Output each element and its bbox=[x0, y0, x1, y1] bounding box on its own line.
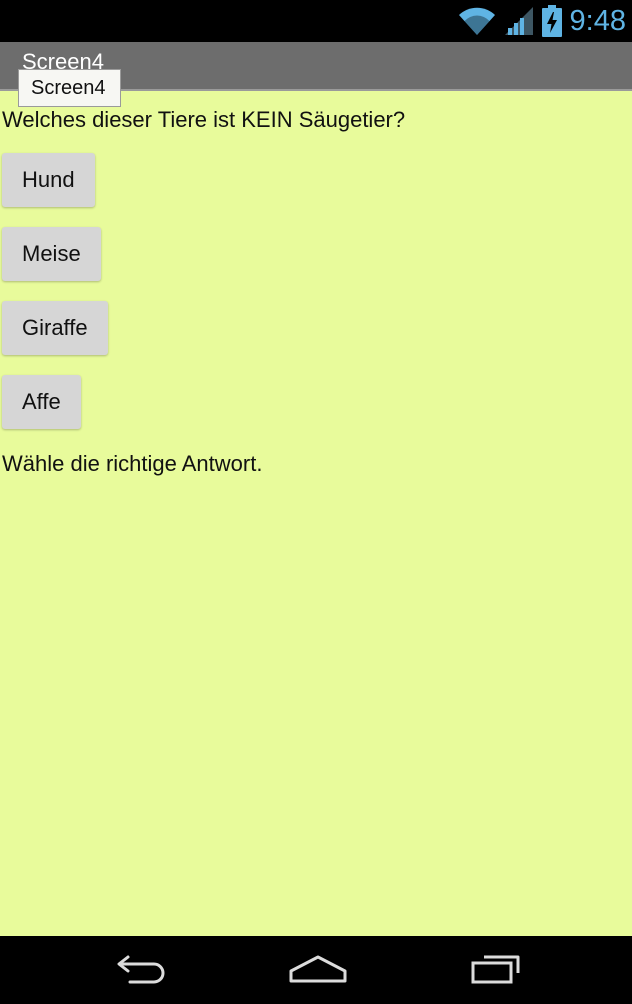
hint-label: Wähle die richtige Antwort. bbox=[2, 451, 263, 476]
battery-icon bbox=[541, 5, 562, 37]
back-button[interactable] bbox=[107, 950, 177, 990]
recent-apps-button[interactable] bbox=[460, 950, 530, 990]
back-icon bbox=[114, 951, 170, 990]
answer-button-affe[interactable]: Affe bbox=[2, 375, 81, 429]
home-button[interactable] bbox=[283, 950, 353, 990]
status-time: 9:48 bbox=[569, 4, 626, 37]
answer-button-giraffe[interactable]: Giraffe bbox=[2, 301, 108, 355]
answer-button-meise[interactable]: Meise bbox=[2, 227, 101, 281]
home-icon bbox=[287, 951, 349, 990]
signal-icon bbox=[504, 6, 534, 36]
answer-button-hund[interactable]: Hund bbox=[2, 153, 95, 207]
title-tooltip: Screen4 bbox=[18, 69, 121, 107]
status-bar: 9:48 bbox=[0, 0, 632, 42]
wifi-icon bbox=[458, 6, 496, 36]
question-label: Welches dieser Tiere ist KEIN Säugetier? bbox=[2, 107, 406, 132]
recent-apps-icon bbox=[466, 951, 524, 990]
status-icons: 9:48 bbox=[458, 0, 632, 42]
navigation-bar bbox=[0, 936, 632, 1004]
